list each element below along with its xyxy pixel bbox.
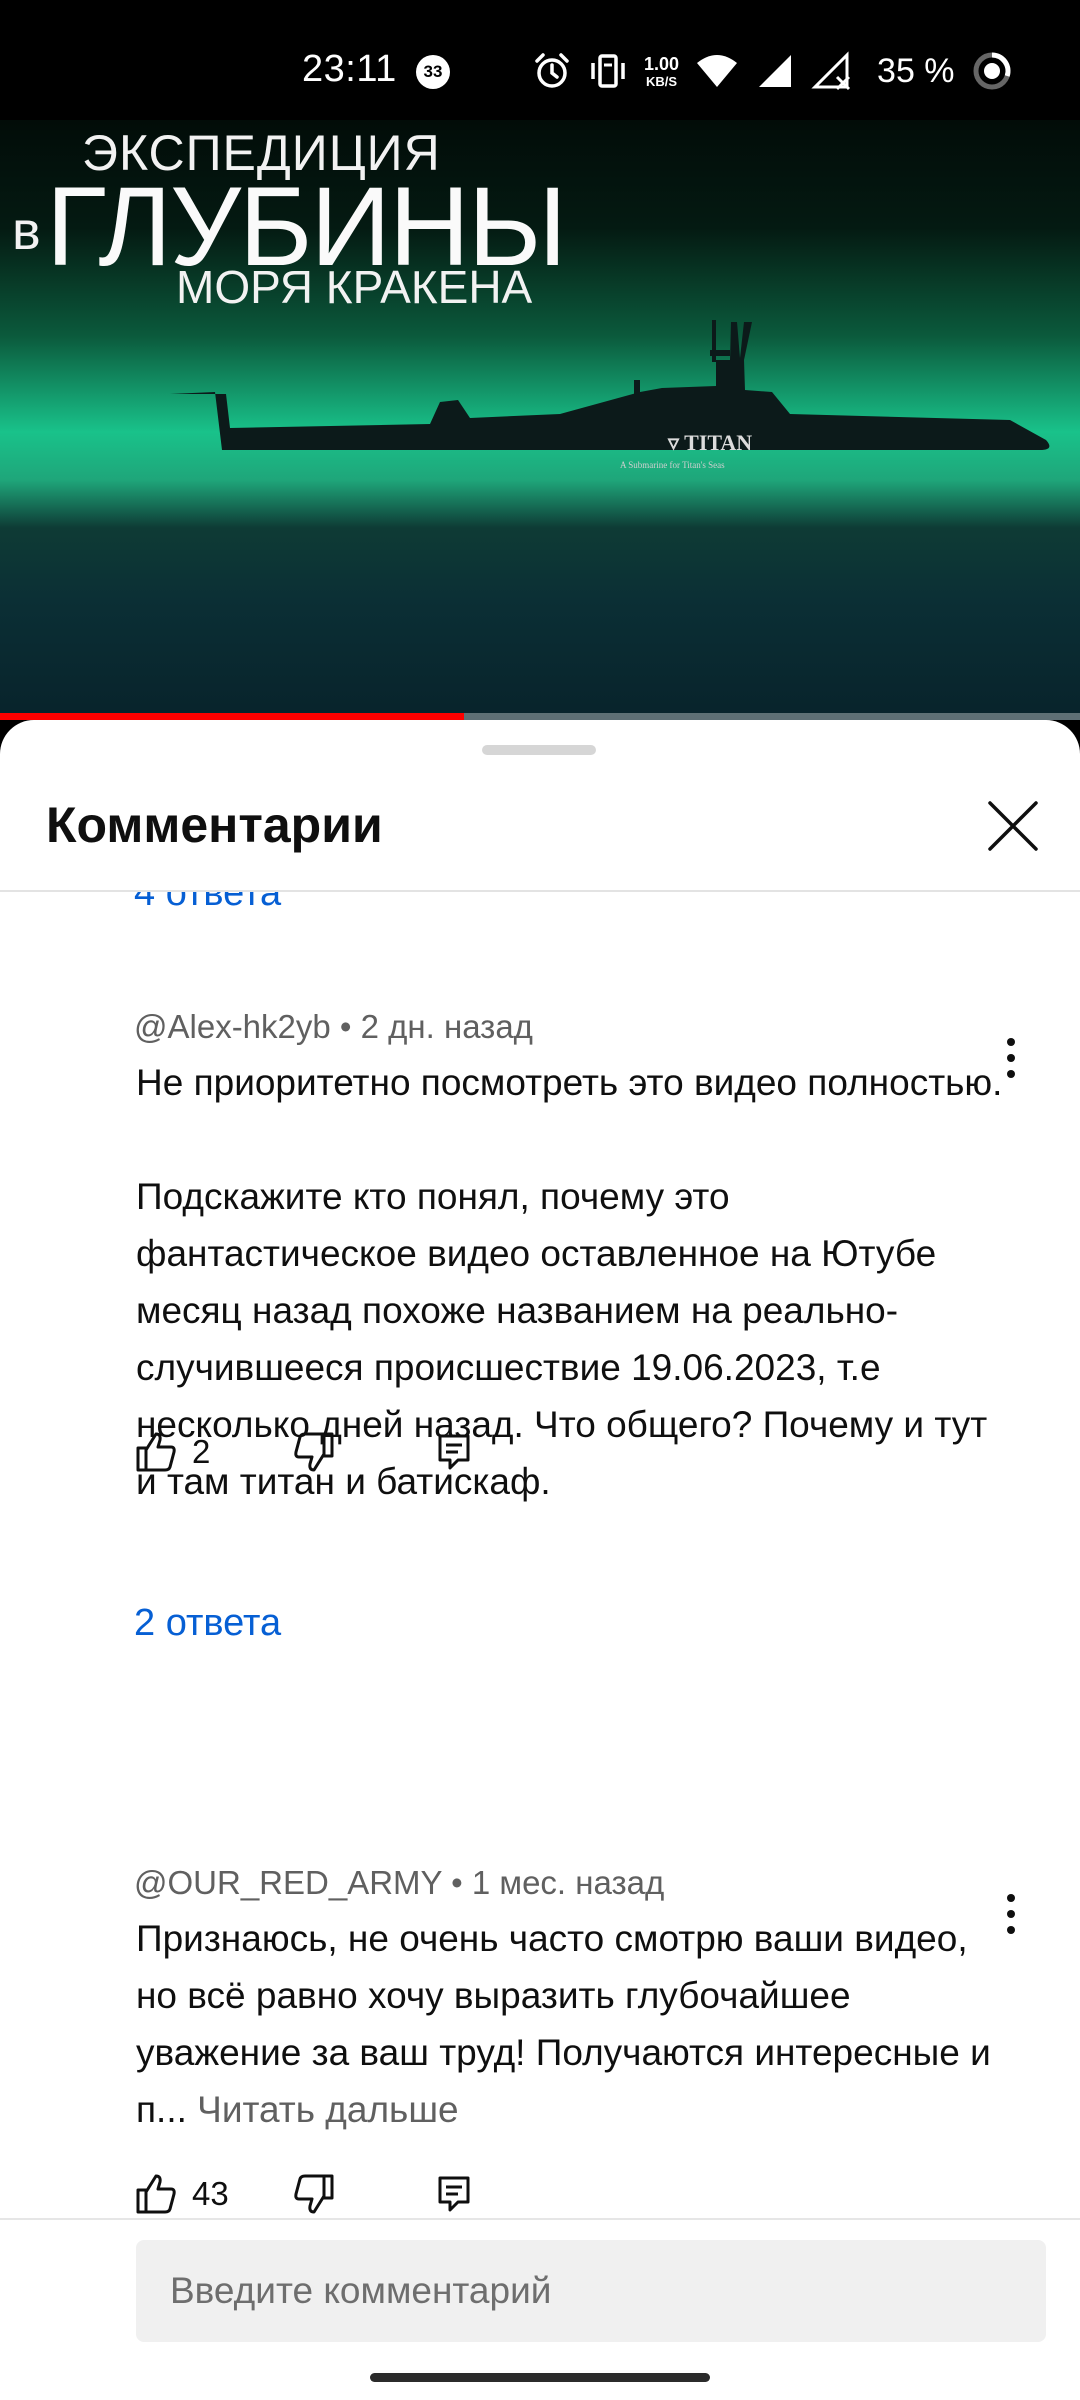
alarm-icon [535,53,569,88]
comment-meta: @OUR_RED_ARMY • 1 мес. назад [134,1864,665,1901]
gesture-nav-bar[interactable] [370,2373,710,2382]
like-button[interactable]: 2 [134,1422,210,1482]
comment-actions: 2 [134,1422,534,1482]
view-replies-link[interactable]: 4 ответа [134,892,281,915]
comment-author[interactable]: @OUR_RED_ARMY [134,1864,442,1901]
thumb-down-icon [294,2174,334,2214]
more-vert-icon-dot [1007,1038,1015,1046]
network-speed: 1.00 KB/S [644,55,679,88]
video-player[interactable]: ЭКСПЕДИЦИЯ в ГЛУБИНЫ МОРЯ КРАКЕНА ▿ TITA… [0,120,1080,720]
more-vert-icon-dot [1007,1894,1015,1902]
close-button[interactable] [980,793,1046,859]
status-time: 23:11 [302,48,397,90]
dislike-button[interactable] [292,1422,336,1482]
comment-time: 1 мес. назад [471,1864,665,1901]
video-title-prefix: в [12,201,41,261]
reply-button[interactable] [436,1422,472,1482]
signal-icon [759,55,792,87]
notification-count-badge: 33 [416,55,450,89]
like-button[interactable]: 43 [134,2164,229,2222]
status-bar: 23:11 33 1.00 KB/S 35 % [0,0,1080,120]
thumb-up-icon [136,1432,176,1472]
reply-comment-icon [438,1434,470,1470]
vibrate-icon [591,54,625,88]
comments-sheet: Комментарии 4 ответа @Alex-hk2yb • 2 дн.… [0,720,1080,2400]
battery-percent: 35 % [877,51,955,90]
wifi-icon [697,55,738,87]
submarine-silhouette [170,320,1050,450]
network-speed-value: 1.00 [644,53,680,74]
reply-comment-icon [438,2176,470,2212]
comments-title: Комментарии [46,797,383,853]
read-more-link[interactable]: Читать дальше [197,2089,458,2130]
view-replies-link[interactable]: 2 ответа [134,1602,281,1645]
sheet-drag-handle[interactable] [482,745,596,755]
comment-author[interactable]: @Alex-hk2yb [134,1008,331,1045]
reply-button[interactable] [436,2164,472,2222]
thumb-up-icon [136,2174,176,2214]
comment-time: 2 дн. назад [360,1008,533,1045]
comments-header: Комментарии [0,760,1080,892]
video-progress-bar[interactable] [0,713,1080,720]
thumb-down-icon [294,1432,334,1472]
video-progress-fill [0,713,465,720]
submarine-tagline: A Submarine for Titan's Seas [620,460,725,470]
network-speed-unit: KB/S [645,73,678,89]
comments-list[interactable]: 4 ответа @Alex-hk2yb • 2 дн. назад Не пр… [0,892,1080,2222]
close-icon [988,801,1038,851]
battery-ring-icon [973,52,1011,90]
like-count: 43 [192,2175,229,2212]
signal-no-data-icon [811,51,851,91]
comment-meta: @Alex-hk2yb • 2 дн. назад [134,1008,533,1045]
comment-input[interactable] [136,2240,1046,2342]
comment-actions: 43 [134,2164,534,2222]
dislike-button[interactable] [292,2164,336,2222]
comment-text: Признаюсь, не очень часто смотрю ваши ви… [136,1910,1016,2138]
status-icons: 1.00 KB/S 35 % [532,48,1013,94]
comment-composer [0,2218,1080,2400]
submarine-label: ▿ TITAN [668,430,753,455]
like-count: 2 [192,1433,211,1470]
